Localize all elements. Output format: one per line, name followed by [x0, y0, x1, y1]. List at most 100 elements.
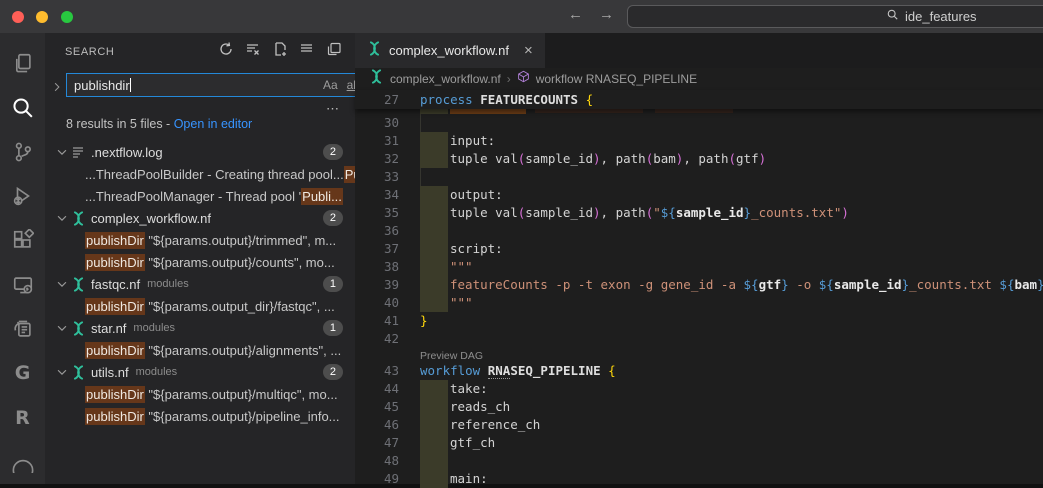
code-line[interactable]: 45 reads_ch	[355, 398, 1043, 416]
code-line[interactable]: 36	[355, 222, 1043, 240]
code-line[interactable]: 31input:	[355, 132, 1043, 150]
code-area[interactable]: 27process FEATURECOUNTS { 3031input:32tu…	[355, 90, 1043, 484]
search-match-row[interactable]: publishDir "${params.output}/pipeline_in…	[45, 405, 355, 427]
code-line[interactable]: 30	[355, 114, 1043, 132]
toggle-replace-chevron-icon[interactable]	[52, 79, 62, 97]
clear-results-button[interactable]	[244, 42, 262, 60]
chevron-down-icon[interactable]	[54, 145, 70, 159]
search-match-row[interactable]: publishDir "${params.output_dir}/fastqc"…	[45, 295, 355, 317]
line-number: 45	[355, 398, 399, 416]
nextflow-icon	[70, 211, 86, 226]
open-in-editor-link[interactable]: Open in editor	[174, 117, 253, 131]
code-line[interactable]: 37script:	[355, 240, 1043, 258]
activity-remote-explorer[interactable]	[0, 262, 45, 306]
search-match-row[interactable]: publishDir "${params.output}/trimmed", m…	[45, 229, 355, 251]
command-center-search[interactable]: ide_features	[627, 5, 1043, 28]
line-number: 39	[355, 276, 399, 294]
chevron-down-icon[interactable]	[54, 365, 70, 379]
chevron-down-icon[interactable]	[54, 277, 70, 291]
breadcrumb-symbol[interactable]: workflow RNASEQ_PIPELINE	[536, 72, 697, 86]
search-match-row[interactable]: ...ThreadPoolBuilder - Creating thread p…	[45, 163, 355, 185]
tab-label: complex_workflow.nf	[389, 43, 509, 58]
search-match-row[interactable]: publishDir "${params.output}/multiqc", m…	[45, 383, 355, 405]
activity-account[interactable]	[0, 440, 45, 484]
code-line[interactable]: 46reference_ch	[355, 416, 1043, 434]
code-text: tuple val(sample_id), path(bam), path(gt…	[420, 151, 766, 166]
text-caret	[130, 78, 131, 92]
activity-r-language[interactable]: R	[0, 395, 45, 439]
match-count-badge: 2	[323, 210, 343, 226]
code-line[interactable]: 41}	[355, 312, 1043, 330]
code-line[interactable]: 39featureCounts -p -t exon -g gene_id -a…	[355, 276, 1043, 294]
code-line[interactable]: 42	[355, 330, 1043, 348]
line-number: 34	[355, 186, 399, 204]
code-line[interactable]: 33	[355, 168, 1043, 186]
expand-all-button[interactable]	[298, 42, 316, 60]
activity-references[interactable]	[0, 307, 45, 351]
line-number: 31	[355, 132, 399, 150]
sticky-scroll-line[interactable]: 27process FEATURECOUNTS {	[355, 90, 1043, 109]
match-count-badge: 2	[323, 364, 343, 380]
search-match-row[interactable]: publishDir "${params.output}/alignments"…	[45, 339, 355, 361]
code-text: gtf_ch	[420, 435, 495, 450]
code-line[interactable]: 47gtf_ch	[355, 434, 1043, 452]
traffic-lights[interactable]	[12, 10, 81, 28]
match-text: publishDir "${params.output}/trimmed", m…	[85, 233, 336, 248]
match-case-toggle[interactable]: Aa	[323, 78, 338, 92]
code-text: reads_ch	[420, 399, 510, 414]
open-in-view-button[interactable]	[325, 42, 343, 60]
back-arrow-icon[interactable]: ←	[568, 6, 583, 23]
code-line[interactable]: 40"""	[355, 294, 1043, 312]
nextflow-icon	[70, 277, 86, 292]
match-count-badge: 1	[323, 276, 343, 292]
breadcrumb-separator: ›	[507, 72, 511, 86]
search-match-row[interactable]: ...ThreadPoolManager - Thread pool 'Publ…	[45, 185, 355, 207]
activity-run-debug[interactable]	[0, 174, 45, 218]
new-search-editor-button[interactable]	[271, 42, 289, 60]
chevron-down-icon[interactable]	[54, 211, 70, 225]
code-line[interactable]: 38"""	[355, 258, 1043, 276]
code-line[interactable]: 48	[355, 452, 1043, 470]
close-tab-icon[interactable]: ×	[524, 42, 533, 59]
search-file-row[interactable]: utils.nfmodules2	[45, 361, 355, 383]
line-number: 27	[355, 90, 399, 109]
indent-guide	[420, 168, 421, 186]
maximize-window-button[interactable]	[61, 11, 73, 23]
activity-search[interactable]	[0, 85, 45, 129]
match-text: publishDir "${params.output}/counts", mo…	[85, 255, 335, 270]
search-file-row[interactable]: fastqc.nfmodules1	[45, 273, 355, 295]
nextflow-icon	[70, 365, 86, 380]
activity-gitlens[interactable]: G	[0, 351, 45, 395]
nextflow-icon	[369, 69, 384, 89]
search-file-row[interactable]: complex_workflow.nf2	[45, 207, 355, 229]
activity-explorer[interactable]	[0, 41, 45, 85]
code-text: tuple val(sample_id), path("${sample_id}…	[420, 205, 849, 220]
close-window-button[interactable]	[12, 11, 24, 23]
breadcrumb-file[interactable]: complex_workflow.nf	[390, 72, 501, 86]
gitlens-icon: G	[15, 362, 31, 384]
code-lens[interactable]: Preview DAG	[355, 348, 1043, 362]
code-line[interactable]: 49main:	[355, 470, 1043, 488]
minimize-window-button[interactable]	[36, 11, 48, 23]
search-file-row[interactable]: star.nfmodules1	[45, 317, 355, 339]
activity-source-control[interactable]	[0, 130, 45, 174]
refresh-button[interactable]	[217, 42, 235, 60]
search-input[interactable]: publishdir Aaab.*	[66, 73, 355, 97]
search-file-row[interactable]: .nextflow.log2	[45, 141, 355, 163]
chevron-down-icon[interactable]	[54, 321, 70, 335]
code-line[interactable]: 35tuple val(sample_id), path("${sample_i…	[355, 204, 1043, 222]
activity-bar: GR	[0, 33, 45, 484]
code-line[interactable]: 32tuple val(sample_id), path(bam), path(…	[355, 150, 1043, 168]
activity-extensions[interactable]	[0, 218, 45, 262]
code-line[interactable]: 44take:	[355, 380, 1043, 398]
code-line[interactable]: 34output:	[355, 186, 1043, 204]
line-number: 46	[355, 416, 399, 434]
code-line[interactable]: 43workflow RNASEQ_PIPELINE {	[355, 362, 1043, 380]
forward-arrow-icon[interactable]: →	[599, 6, 614, 23]
whole-word-toggle[interactable]: ab	[347, 78, 355, 92]
more-actions-button[interactable]: ⋯	[326, 101, 341, 117]
line-number: 41	[355, 312, 399, 330]
search-icon	[11, 96, 34, 119]
tab-complex-workflow[interactable]: complex_workflow.nf ×	[355, 33, 545, 68]
search-match-row[interactable]: publishDir "${params.output}/counts", mo…	[45, 251, 355, 273]
